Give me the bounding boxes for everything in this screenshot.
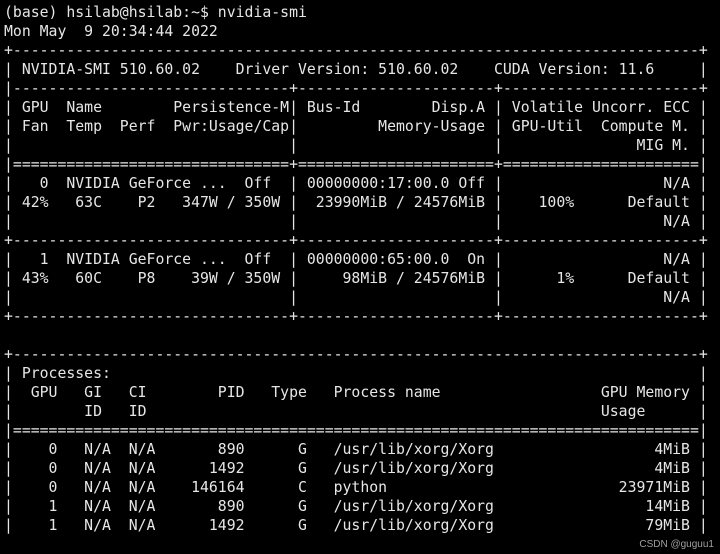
- process-row: | 1 N/A N/A 1492 G /usr/lib/xorg/Xorg 79…: [4, 517, 708, 534]
- process-row: | 0 N/A N/A 1492 G /usr/lib/xorg/Xorg 4M…: [4, 460, 708, 477]
- processes-header: | ID ID Usage |: [4, 403, 708, 420]
- gpu1-row: | | | N/A |: [4, 289, 708, 306]
- gpu1-row: | 43% 60C P8 39W / 350W | 98MiB / 24576M…: [4, 270, 708, 287]
- terminal-output[interactable]: (base) hsilab@hsilab:~$ nvidia-smi Mon Ma…: [4, 3, 708, 535]
- process-row: | 0 N/A N/A 890 G /usr/lib/xorg/Xorg 4Mi…: [4, 441, 708, 458]
- smi-line: +---------------------------------------…: [4, 346, 708, 363]
- process-row: | 1 N/A N/A 890 G /usr/lib/xorg/Xorg 14M…: [4, 498, 708, 515]
- gpu0-row: | 0 NVIDIA GeForce ... Off | 00000000:17…: [4, 175, 708, 192]
- gpu0-row: | 42% 63C P2 347W / 350W | 23990MiB / 24…: [4, 194, 708, 211]
- watermark: CSDN @guguu1: [639, 539, 714, 550]
- gpu1-row: | 1 NVIDIA GeForce ... Off | 00000000:65…: [4, 251, 708, 268]
- smi-line: | Fan Temp Perf Pwr:Usage/Cap| Memory-Us…: [4, 118, 708, 135]
- smi-line: | | | MIG M. |: [4, 137, 708, 154]
- command-prompt-line: (base) hsilab@hsilab:~$ nvidia-smi: [4, 4, 307, 21]
- smi-line: |===============================+=======…: [4, 156, 708, 173]
- process-row: | 0 N/A N/A 146164 C python 23971MiB |: [4, 479, 708, 496]
- processes-header: | GPU GI CI PID Type Process name GPU Me…: [4, 384, 708, 401]
- gpu0-row: | | | N/A |: [4, 213, 708, 230]
- smi-line: |=======================================…: [4, 422, 708, 439]
- smi-line: |-------------------------------+-------…: [4, 80, 708, 97]
- smi-line: +-------------------------------+-------…: [4, 232, 708, 249]
- smi-line: +---------------------------------------…: [4, 42, 708, 59]
- smi-line: | NVIDIA-SMI 510.60.02 Driver Version: 5…: [4, 61, 708, 78]
- smi-line: +-------------------------------+-------…: [4, 308, 708, 325]
- processes-title: | Processes: |: [4, 365, 708, 382]
- timestamp-line: Mon May 9 20:34:44 2022: [4, 23, 218, 40]
- smi-line: | GPU Name Persistence-M| Bus-Id Disp.A …: [4, 99, 708, 116]
